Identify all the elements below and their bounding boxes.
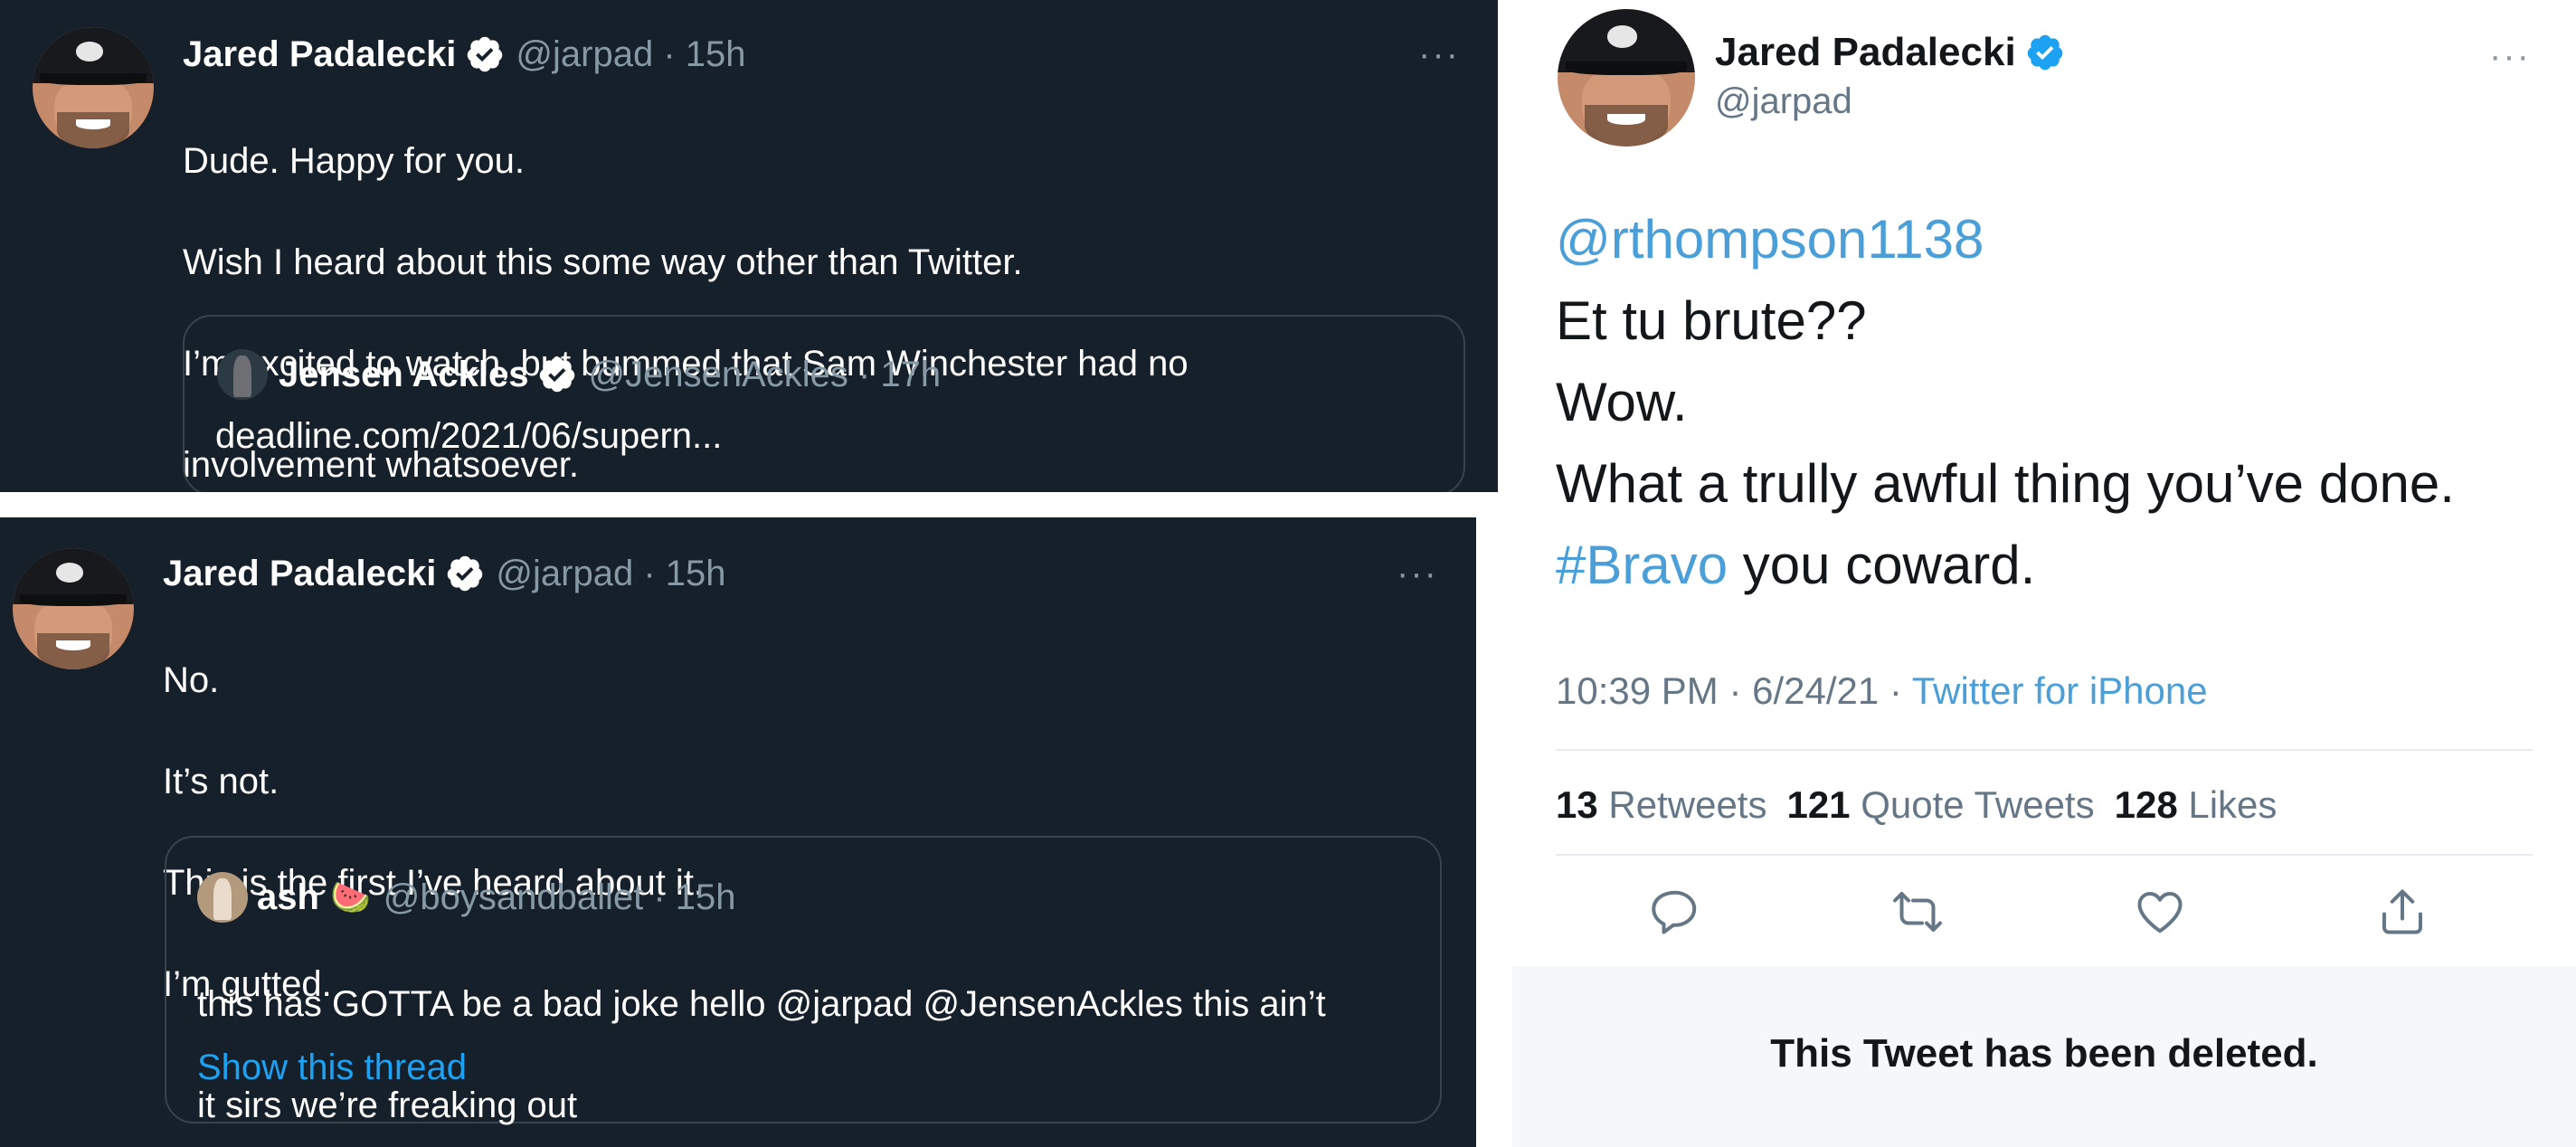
show-thread-link[interactable]: Show this thread (197, 1042, 467, 1093)
tweet-text-line: Et tu brute?? (1556, 290, 1867, 351)
quoted-tweet-card[interactable]: Jensen Ackles @JensenAckles · 17h deadli… (183, 315, 1465, 492)
handle-and-time[interactable]: @jarpad · 15h (496, 554, 725, 594)
mention-link[interactable]: @rthompson1138 (1556, 199, 1984, 280)
tweet-detail-card: Jared Padalecki @jarpad ··· @rthompson11… (1512, 0, 2576, 1147)
tweet-text-line: What a trully awful thing you’ve done. (1556, 453, 2455, 514)
quoted-handle-and-time: @boysandballet · 15h (383, 877, 736, 917)
verified-badge-icon (540, 356, 575, 393)
tweet-text-line: Wow. (1556, 372, 1688, 432)
retweets-stat[interactable]: 13 Retweets (1556, 783, 1766, 827)
quoted-handle-and-time: @JensenAckles · 17h (588, 354, 942, 394)
tweet-text-line: It’s not. (163, 762, 279, 801)
tweet-text-line: Dude. Happy for you. (183, 141, 525, 181)
more-icon[interactable]: ··· (2489, 38, 2531, 74)
reply-icon[interactable] (1648, 885, 1702, 939)
likes-stat[interactable]: 128 Likes (2115, 783, 2278, 827)
watermelon-emoji: 🍉 (329, 878, 371, 915)
author-name[interactable]: Jared Padalecki (1715, 30, 2016, 75)
avatar[interactable] (13, 548, 134, 669)
verified-badge-icon (2027, 34, 2062, 71)
like-icon[interactable] (2133, 885, 2187, 939)
handle-and-time[interactable]: @jarpad · 15h (516, 34, 745, 75)
tweet-card-1: Jared Padalecki @jarpad · 15h ··· Dude. … (0, 0, 1498, 492)
retweet-icon[interactable] (1890, 885, 1945, 939)
author-name[interactable]: Jared Padalecki (183, 34, 456, 75)
avatar (217, 349, 268, 400)
divider (1556, 749, 2533, 751)
tweet-text-line: Wish I heard about this some way other t… (183, 242, 1023, 282)
source-link[interactable]: Twitter for iPhone (1912, 669, 2208, 712)
quoted-tweet-text: this has GOTTA be a bad joke hello @jarp… (197, 984, 1326, 1024)
timestamp[interactable]: 10:39 PM · 6/24/21 · (1556, 669, 1912, 712)
verified-badge-icon (468, 36, 503, 72)
tweet-text-line: you coward. (1728, 535, 2036, 595)
quote-tweets-stat[interactable]: 121 Quote Tweets (1786, 783, 2094, 827)
more-icon[interactable]: ··· (1397, 555, 1438, 592)
divider (1556, 854, 2533, 856)
avatar[interactable] (1558, 9, 1695, 147)
divider (0, 492, 1512, 517)
author-handle[interactable]: @jarpad (1715, 81, 1852, 122)
author-name[interactable]: Jared Padalecki (163, 554, 436, 594)
more-icon[interactable]: ··· (1418, 36, 1460, 72)
share-icon[interactable] (2375, 885, 2429, 939)
deleted-tweet-text: This Tweet has been deleted. (1770, 1031, 2318, 1076)
quoted-author-name: Jensen Ackles (279, 354, 529, 394)
quoted-tweet-card[interactable]: ash 🍉 @boysandballet · 15h this has GOTT… (165, 836, 1442, 1125)
tweet-text-line: No. (163, 660, 220, 700)
verified-badge-icon (448, 555, 483, 592)
avatar (197, 872, 248, 923)
quoted-author-name: ash (257, 877, 319, 917)
tweet-card-2: Jared Padalecki @jarpad · 15h ··· No. It… (0, 517, 1476, 1147)
avatar[interactable] (33, 27, 154, 148)
hashtag-link[interactable]: #Bravo (1556, 535, 1728, 595)
quoted-tweet-text[interactable]: deadline.com/2021/06/supern... (215, 411, 722, 461)
deleted-tweet-notice: This Tweet has been deleted. (1512, 966, 2576, 1147)
divider (1476, 517, 1512, 1147)
